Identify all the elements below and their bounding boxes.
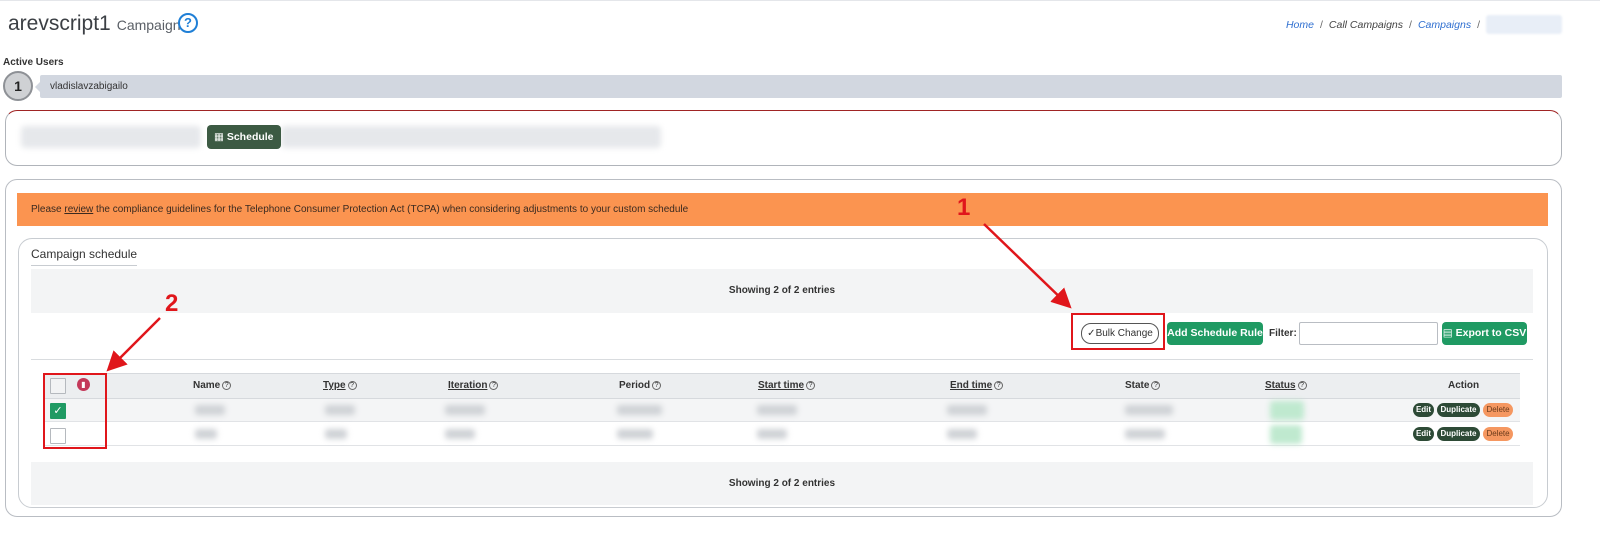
active-user-bubble: vladislavzabigailo xyxy=(35,75,1562,98)
alert-review-link[interactable]: review xyxy=(64,204,93,215)
column-header-state: State? xyxy=(1125,380,1161,391)
toolbar-divider xyxy=(31,359,1533,360)
file-icon: ▤ xyxy=(1442,327,1453,339)
entries-info-top: Showing 2 of 2 entries xyxy=(31,269,1533,313)
breadcrumb-separator: / xyxy=(1409,18,1412,31)
cell-redacted xyxy=(445,429,475,439)
help-icon: ? xyxy=(652,380,662,390)
cell-redacted xyxy=(1125,429,1165,439)
cell-redacted xyxy=(947,429,977,439)
page-title-row: arevscript1 Campaign xyxy=(8,12,181,36)
help-icon: ? xyxy=(994,380,1004,390)
question-circle-icon[interactable]: ? xyxy=(178,13,198,33)
cell-redacted xyxy=(195,405,225,415)
help-icon: ? xyxy=(806,380,816,390)
cell-redacted xyxy=(947,405,987,415)
column-header-action: Action xyxy=(1448,380,1480,391)
column-header-end-time[interactable]: End time? xyxy=(950,380,1004,391)
column-header-period: Period? xyxy=(619,380,662,391)
cell-redacted xyxy=(195,429,217,439)
breadcrumb-separator: / xyxy=(1319,18,1323,31)
annotation-label-1: 1 xyxy=(957,194,971,221)
cell-redacted xyxy=(617,429,653,439)
annotation-box-2 xyxy=(43,373,107,449)
campaign-schedule-title: Campaign schedule xyxy=(31,247,138,266)
tab-schedule-label: Schedule xyxy=(226,131,274,143)
breadcrumb-campaigns[interactable]: Campaigns xyxy=(1418,19,1471,31)
table-row xyxy=(45,399,1520,422)
status-badge-redacted xyxy=(1270,401,1304,420)
breadcrumb-separator: / xyxy=(1477,18,1480,31)
column-header-type[interactable]: Type? xyxy=(323,380,357,391)
cell-redacted xyxy=(325,405,355,415)
help-icon: ? xyxy=(1297,380,1307,390)
filter-input[interactable] xyxy=(1299,322,1438,345)
breadcrumb-home[interactable]: Home xyxy=(1286,19,1314,31)
tcpa-compliance-alert: Please review the compliance guidelines … xyxy=(17,193,1548,226)
alert-text-prefix: Please xyxy=(31,204,65,215)
status-badge-redacted xyxy=(1270,425,1302,444)
breadcrumb-current-redacted xyxy=(1486,15,1562,34)
export-csv-button[interactable]: ▤ Export to CSV xyxy=(1442,322,1527,345)
duplicate-button[interactable]: Duplicate xyxy=(1437,427,1480,441)
cell-redacted xyxy=(445,405,485,415)
tab-redacted[interactable] xyxy=(21,126,201,148)
cell-redacted xyxy=(757,429,787,439)
column-header-name: Name? xyxy=(193,380,232,391)
cell-redacted xyxy=(1125,405,1173,415)
help-icon: ? xyxy=(1151,380,1161,390)
calendar-icon: ▦ xyxy=(214,131,224,143)
active-users-label: Active Users xyxy=(3,57,64,68)
column-header-status[interactable]: Status? xyxy=(1265,380,1307,391)
help-icon: ? xyxy=(347,380,357,390)
help-icon: ? xyxy=(222,380,232,390)
column-header-start-time[interactable]: Start time? xyxy=(758,380,816,391)
alert-text-suffix: the compliance guidelines for the Teleph… xyxy=(93,204,689,215)
breadcrumb: Home / Call Campaigns / Campaigns / xyxy=(1286,15,1562,34)
export-csv-label: Export to CSV xyxy=(1455,327,1527,339)
top-divider xyxy=(0,0,1600,1)
annotation-label-2: 2 xyxy=(165,290,179,317)
filter-label: Filter: xyxy=(1269,328,1297,339)
page-title: arevscript1 xyxy=(8,12,111,35)
cell-redacted xyxy=(757,405,797,415)
tab-redacted[interactable] xyxy=(281,126,661,148)
duplicate-button[interactable]: Duplicate xyxy=(1437,403,1480,417)
help-icon: ? xyxy=(489,380,499,390)
edit-button[interactable]: Edit xyxy=(1413,427,1434,441)
table-row xyxy=(45,423,1520,446)
breadcrumb-call-campaigns: Call Campaigns xyxy=(1328,18,1404,31)
add-schedule-rule-button[interactable]: Add Schedule Rule xyxy=(1167,322,1263,345)
cell-redacted xyxy=(617,405,662,415)
delete-button[interactable]: Delete xyxy=(1483,427,1513,441)
active-user-count-badge: 1 xyxy=(3,71,33,101)
cell-redacted xyxy=(325,429,347,439)
edit-button[interactable]: Edit xyxy=(1413,403,1434,417)
tab-schedule[interactable]: ▦ Schedule xyxy=(207,125,281,149)
page-subtitle: Campaign xyxy=(116,17,181,33)
entries-info-bottom: Showing 2 of 2 entries xyxy=(31,462,1533,505)
annotation-box-1 xyxy=(1071,313,1165,350)
column-header-iteration[interactable]: Iteration? xyxy=(448,380,499,391)
delete-button[interactable]: Delete xyxy=(1483,403,1513,417)
